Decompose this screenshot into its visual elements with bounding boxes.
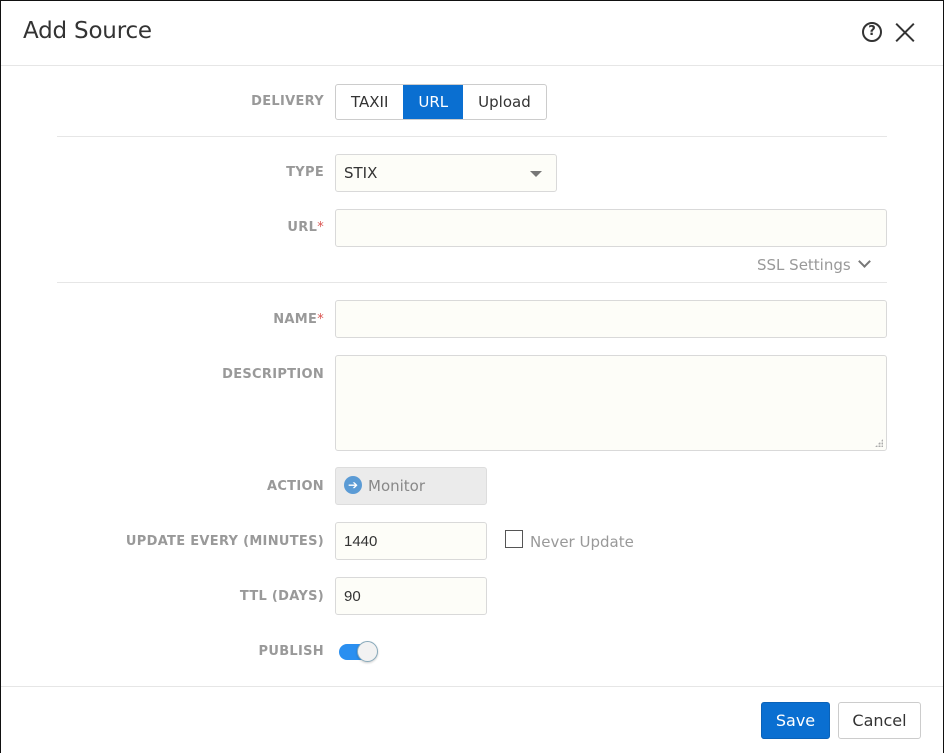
ssl-settings-label: SSL Settings [757,256,851,274]
never-update-checkbox[interactable] [505,530,523,548]
action-label: ACTION [266,479,324,494]
caret-down-icon [530,171,542,177]
name-label-text: NAME [273,312,318,327]
name-label: NAME* [273,312,324,327]
action-field: ➔ Monitor [335,467,487,505]
delivery-label: DELIVERY [251,94,324,109]
action-value: Monitor [368,477,426,495]
save-button[interactable]: Save [761,702,830,739]
ttl-label: TTL (DAYS) [239,589,324,604]
section-divider [57,136,887,137]
add-source-dialog: Add Source ? DELIVERY TAXII URL Upload T… [0,0,944,753]
url-label-text: URL [287,220,318,235]
name-input[interactable] [335,300,887,338]
help-icon[interactable]: ? [862,22,882,42]
delivery-segmented-control: TAXII URL Upload [335,84,547,120]
delivery-option-url[interactable]: URL [403,85,464,119]
arrow-right-circle-icon: ➔ [344,475,362,494]
ttl-input[interactable] [335,577,487,615]
chevron-down-icon [857,255,871,268]
update-every-label: UPDATE EVERY (MINUTES) [125,534,324,549]
required-asterisk: * [317,312,324,327]
never-update-label[interactable]: Never Update [530,533,634,551]
delivery-option-upload[interactable]: Upload [463,85,546,119]
section-divider [57,282,887,283]
type-select[interactable]: STIX [335,154,557,192]
ssl-settings-toggle[interactable]: SSL Settings [757,255,871,274]
required-asterisk: * [317,220,324,235]
cancel-button[interactable]: Cancel [838,702,921,739]
delivery-option-taxii[interactable]: TAXII [336,85,403,119]
resize-grip-icon[interactable] [875,439,883,447]
type-label: TYPE [286,165,324,180]
url-input[interactable] [335,209,887,247]
publish-label: PUBLISH [258,644,324,659]
dialog-title: Add Source [23,18,152,44]
update-every-input[interactable] [335,522,487,560]
toggle-knob [357,641,378,662]
publish-toggle[interactable] [339,641,379,663]
dialog-header: Add Source ? [1,1,943,66]
close-icon[interactable] [894,21,916,43]
description-label: DESCRIPTION [222,367,324,382]
type-select-value: STIX [344,164,378,182]
url-label: URL* [287,220,324,235]
description-textarea[interactable] [335,355,887,451]
dialog-footer: Save Cancel [1,686,943,753]
